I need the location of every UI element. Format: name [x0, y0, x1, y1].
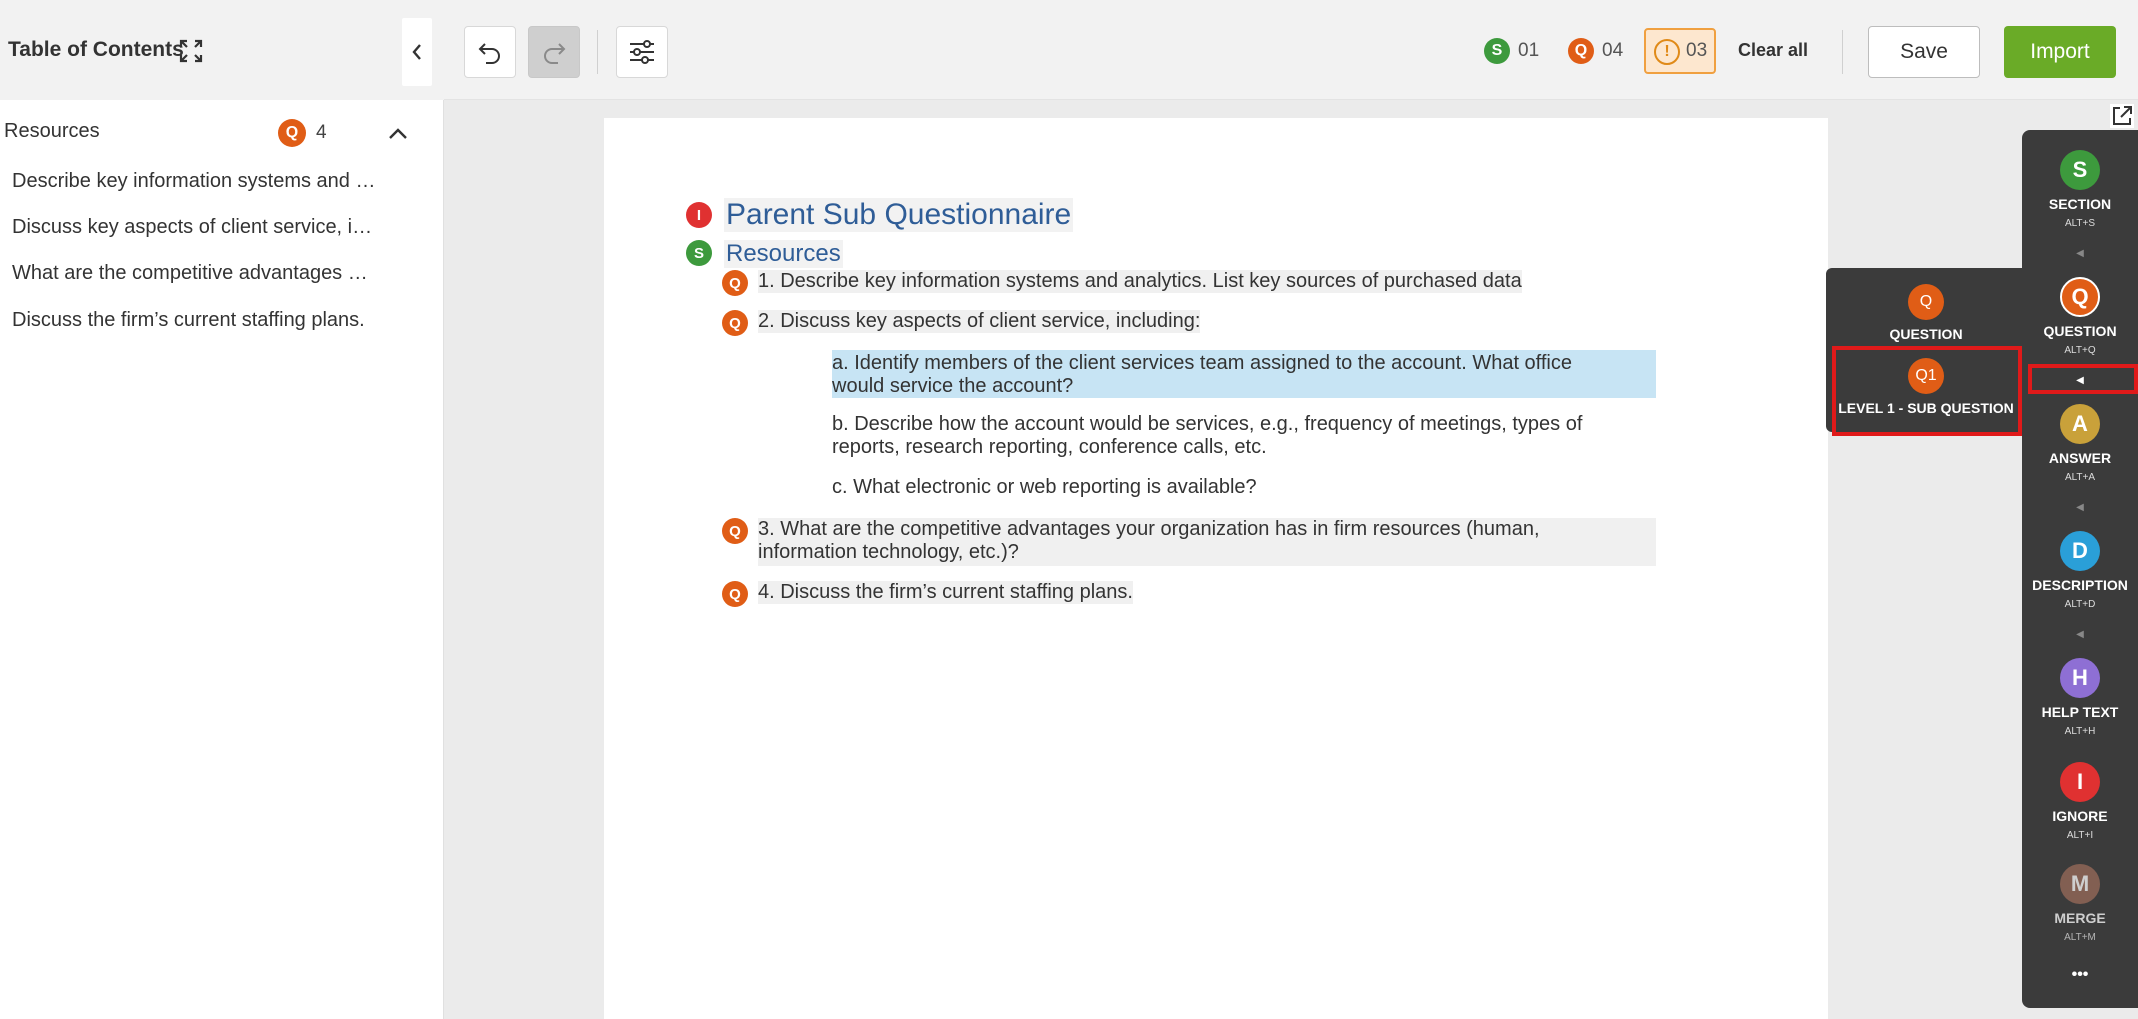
question-badge: Q [278, 119, 306, 147]
ignore-icon: I [2060, 762, 2100, 802]
question-1[interactable]: 1. Describe key information systems and … [758, 270, 1522, 293]
document-page: I Parent Sub Questionnaire S Resources Q… [604, 118, 1828, 1019]
expand-icon[interactable] [178, 38, 204, 64]
palette-shortcut: ALT+S [2064, 218, 2096, 229]
question-badge[interactable]: Q [722, 518, 748, 544]
redo-button[interactable] [528, 26, 580, 78]
question-count-badge: Q [1568, 38, 1594, 64]
palette-question[interactable]: Q QUESTION ALT+Q [2022, 277, 2138, 356]
section-count-badge: S [1484, 38, 1510, 64]
toolbar-divider [597, 30, 598, 74]
question-badge[interactable]: Q [722, 310, 748, 336]
section-count: 01 [1518, 40, 1540, 61]
question-count: 4 [316, 122, 327, 143]
undo-button[interactable] [464, 26, 516, 78]
flyout-question-label: QUESTION [1889, 326, 1963, 342]
section-heading[interactable]: Resources [724, 240, 843, 268]
toc-item[interactable]: Discuss key aspects of client service, i… [12, 216, 382, 239]
question-count: 04 [1602, 40, 1624, 61]
toc-title: Table of Contents [8, 38, 184, 61]
warning-icon: ! [1654, 39, 1680, 65]
section-icon: S [2060, 150, 2100, 190]
undo-icon [478, 43, 500, 64]
palette-shortcut: ALT+A [2064, 472, 2096, 483]
sub-question-a[interactable]: a. Identify members of the client servic… [832, 350, 1656, 398]
collapse-panel-button[interactable] [402, 18, 432, 86]
palette-shortcut: ALT+M [2064, 932, 2096, 943]
palette-shortcut: ALT+H [2064, 726, 2096, 737]
warning-count: 03 [1686, 40, 1708, 61]
settings-button[interactable] [616, 26, 668, 78]
toolbar-divider [1842, 30, 1843, 74]
palette-answer[interactable]: A ANSWER ALT+A [2022, 404, 2138, 483]
answer-icon: A [2060, 404, 2100, 444]
question-badge[interactable]: Q [722, 270, 748, 296]
caret-left-icon[interactable]: ◀ [2074, 248, 2086, 259]
palette-label: ANSWER [2048, 450, 2112, 466]
toc-section-label: Resources [4, 120, 100, 142]
tag-palette: S SECTION ALT+S ◀ Q QUESTION ALT+Q ◀ A A… [2022, 130, 2138, 1008]
warnings-filter[interactable]: ! 03 [1644, 28, 1716, 74]
question-4[interactable]: 4. Discuss the firm’s current staffing p… [758, 581, 1133, 604]
palette-description[interactable]: D DESCRIPTION ALT+D [2022, 531, 2138, 610]
toc-item[interactable]: Describe key information systems and … [12, 170, 382, 193]
palette-shortcut: ALT+I [2066, 830, 2094, 841]
document-title[interactable]: Parent Sub Questionnaire [724, 198, 1074, 232]
save-button[interactable]: Save [1868, 26, 1980, 78]
table-of-contents-panel: Table of Contents Resources Q 4 Describe… [0, 0, 444, 1019]
toc-item[interactable]: Discuss the firm’s current staffing plan… [12, 309, 382, 332]
toc-section-resources[interactable]: Resources Q 4 [0, 112, 444, 152]
palette-ignore[interactable]: I IGNORE ALT+I [2022, 762, 2138, 841]
question-3-line1: 3. What are the competitive advantages y… [758, 518, 1540, 540]
palette-label: IGNORE [2052, 808, 2108, 824]
palette-merge[interactable]: M MERGE ALT+M [2022, 864, 2138, 943]
question-icon: Q [2060, 277, 2100, 317]
sub-question-highlight-box [1832, 346, 2022, 436]
sub-question-c[interactable]: c. What electronic or web reporting is a… [832, 476, 1257, 499]
palette-section[interactable]: S SECTION ALT+S [2022, 150, 2138, 229]
sliders-icon [630, 40, 654, 64]
question-3-line2: information technology, etc.)? [758, 541, 1019, 563]
sub-question-a-line1: a. Identify members of the client servic… [832, 352, 1572, 374]
more-options-icon[interactable]: ••• [2022, 966, 2138, 984]
question-3[interactable]: 3. What are the competitive advantages y… [758, 518, 1656, 566]
question-2[interactable]: 2. Discuss key aspects of client service… [758, 310, 1201, 333]
palette-label: MERGE [2054, 910, 2106, 926]
help-text-icon: H [2060, 658, 2100, 698]
palette-shortcut: ALT+Q [2064, 345, 2096, 356]
redo-icon [544, 43, 566, 64]
sub-question-b-line1[interactable]: b. Describe how the account would be ser… [832, 413, 1582, 436]
merge-icon: M [2060, 864, 2100, 904]
popout-icon[interactable] [2110, 104, 2134, 128]
palette-label: HELP TEXT [2041, 704, 2119, 720]
palette-help-text[interactable]: H HELP TEXT ALT+H [2022, 658, 2138, 737]
clear-all-link[interactable]: Clear all [1738, 40, 1808, 61]
caret-left-icon[interactable]: ◀ [2074, 502, 2086, 513]
caret-left-icon[interactable]: ◀ [2074, 629, 2086, 640]
chevron-up-icon[interactable] [386, 122, 410, 146]
import-button[interactable]: Import [2004, 26, 2116, 78]
ignore-badge[interactable]: I [686, 202, 712, 228]
palette-label: SECTION [2048, 196, 2112, 212]
palette-label: DESCRIPTION [2032, 577, 2128, 593]
sub-question-b-line2[interactable]: reports, research reporting, conference … [832, 436, 1267, 459]
sub-question-a-line2: would service the account? [832, 375, 1074, 397]
toc-item[interactable]: What are the competitive advantages … [12, 262, 382, 285]
toc-header: Table of Contents [0, 0, 444, 100]
question-badge[interactable]: Q [722, 581, 748, 607]
toolbar: S 01 Q 04 ! 03 Clear all Save Import [444, 0, 2138, 100]
description-icon: D [2060, 531, 2100, 571]
question-expand-highlight-box [2028, 364, 2138, 394]
section-badge[interactable]: S [686, 240, 712, 266]
palette-label: QUESTION [2043, 323, 2117, 339]
question-icon: Q [1908, 284, 1944, 320]
chevron-left-icon [412, 44, 421, 60]
palette-shortcut: ALT+D [2064, 599, 2096, 610]
flyout-question[interactable]: Q QUESTION [1826, 284, 2026, 342]
